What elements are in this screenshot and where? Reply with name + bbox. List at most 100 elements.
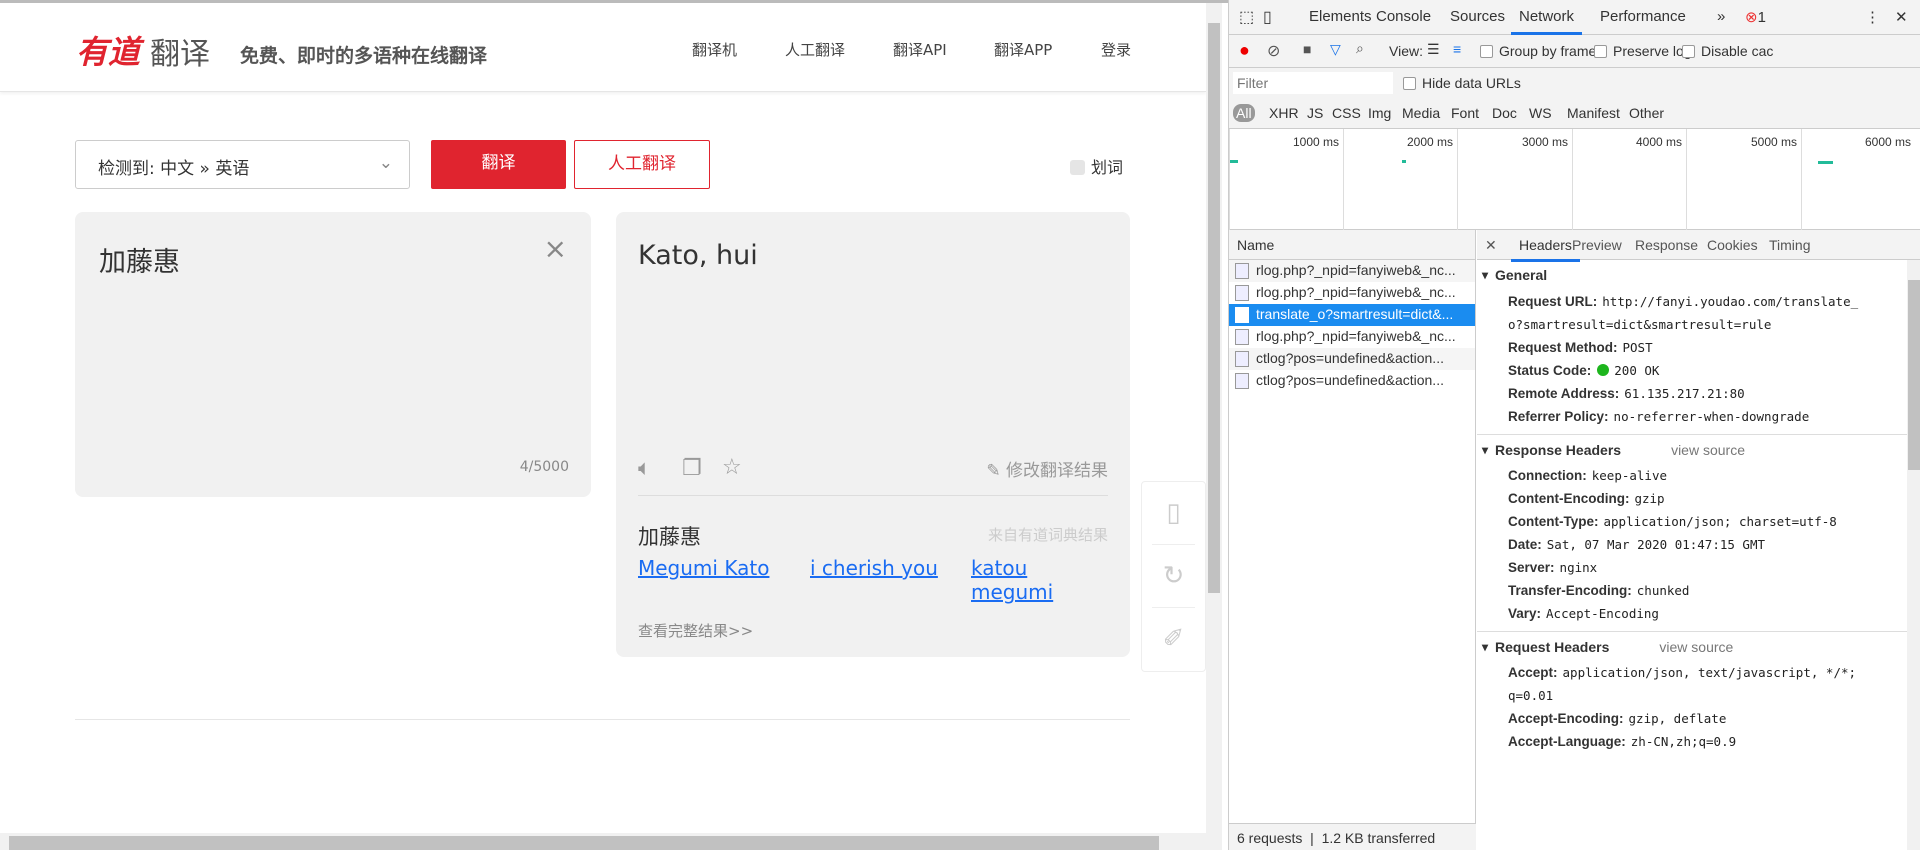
select-word-checkbox[interactable]	[1070, 160, 1085, 175]
tab-headers[interactable]: Headers	[1511, 237, 1580, 262]
type-filter-xhr[interactable]: XHR	[1269, 105, 1299, 121]
mobile-icon[interactable]: ▯	[1152, 482, 1195, 545]
tab-console[interactable]: Console	[1376, 8, 1431, 25]
timeline-tick: 6000 ms	[1864, 135, 1911, 149]
nav-translate-api[interactable]: 翻译API	[893, 39, 947, 60]
dict-link[interactable]: katou megumi	[971, 556, 1053, 604]
nav-translator-device[interactable]: 翻译机	[692, 39, 737, 60]
tab-elements[interactable]: Elements	[1309, 8, 1372, 25]
nav-translate-app[interactable]: 翻译APP	[994, 39, 1052, 60]
pencil-icon: ✎	[986, 461, 1006, 481]
header-row: Vary: Accept-Encoding	[1477, 602, 1907, 625]
header-row: Content-Type: application/json; charset=u…	[1477, 510, 1907, 533]
copy-icon[interactable]: ❐	[682, 456, 702, 481]
request-row[interactable]: ctlog?pos=undefined&action...	[1229, 348, 1475, 370]
tab-response[interactable]: Response	[1635, 237, 1698, 253]
horizontal-scrollbar-thumb[interactable]	[9, 836, 1159, 850]
header-row: Server: nginx	[1477, 556, 1907, 579]
type-filter-media[interactable]: Media	[1402, 105, 1440, 121]
feedback-icon[interactable]: ↻	[1152, 545, 1195, 608]
select-word-toggle[interactable]: 划词	[1070, 154, 1123, 178]
type-filter-other[interactable]: Other	[1629, 105, 1664, 121]
group-by-frame-checkbox[interactable]: Group by frame	[1480, 43, 1596, 59]
filter-input[interactable]	[1233, 72, 1393, 94]
tab-network[interactable]: Network	[1511, 8, 1583, 35]
close-detail-icon[interactable]: ✕	[1485, 237, 1497, 254]
language-select[interactable]: 检测到: 中文 » 英语 ⌄	[75, 140, 410, 189]
devtools-tabbar: ⬚ ▯ Elements Console Sources Network Per…	[1229, 0, 1920, 35]
record-icon[interactable]: ●	[1239, 40, 1250, 61]
clear-icon[interactable]: ⊘	[1267, 41, 1280, 61]
youdao-page: 有道 翻译 免费、即时的多语种在线翻译 翻译机 人工翻译 翻译API 翻译APP…	[0, 0, 1228, 850]
request-row[interactable]: rlog.php?_npid=fanyiweb&_nc...	[1229, 326, 1475, 348]
request-row-selected[interactable]: translate_o?smartresult=dict&...	[1229, 304, 1475, 326]
type-filter-doc[interactable]: Doc	[1492, 105, 1517, 121]
slogan: 免费、即时的多语种在线翻译	[240, 45, 488, 67]
tab-preview[interactable]: Preview	[1572, 237, 1622, 253]
name-column-header[interactable]: Name	[1229, 230, 1475, 260]
speaker-icon[interactable]: 🔈︎	[638, 456, 651, 481]
request-headers-toggle[interactable]: Request Headersview source	[1477, 631, 1907, 662]
disable-cache-checkbox[interactable]: Disable cac	[1682, 43, 1773, 59]
filter-icon[interactable]: ▽	[1330, 41, 1341, 58]
source-input-box[interactable]: 加藤惠 × 4/5000	[75, 212, 591, 497]
timeline-bar	[1230, 160, 1238, 163]
tab-cookies[interactable]: Cookies	[1707, 237, 1758, 253]
source-text[interactable]: 加藤惠	[99, 240, 180, 279]
request-row[interactable]: rlog.php?_npid=fanyiweb&_nc...	[1229, 260, 1475, 282]
hide-data-urls-checkbox[interactable]: Hide data URLs	[1403, 75, 1521, 91]
search-icon[interactable]: ⌕	[1356, 40, 1364, 57]
vertical-scrollbar-thumb[interactable]	[1208, 23, 1220, 593]
preserve-log-checkbox[interactable]: Preserve log	[1594, 43, 1692, 59]
chevron-down-icon: ⌄	[378, 153, 393, 173]
edit-translation-button[interactable]: ✎ 修改翻译结果	[986, 456, 1108, 481]
view-full-results-link[interactable]: 查看完整结果>>	[638, 620, 753, 641]
tab-sources[interactable]: Sources	[1450, 8, 1505, 25]
header-value: POST	[1622, 340, 1653, 355]
close-devtools-icon[interactable]: ✕	[1895, 8, 1908, 26]
logo-brand[interactable]: 有道	[76, 27, 140, 73]
tab-timing[interactable]: Timing	[1769, 237, 1811, 253]
more-options-icon[interactable]: ⋮	[1865, 8, 1880, 26]
header-row: Request Method: POST	[1477, 336, 1907, 359]
translate-button[interactable]: 翻译	[431, 140, 566, 189]
nav-human-translation[interactable]: 人工翻译	[785, 39, 845, 60]
type-filter-img[interactable]: Img	[1368, 105, 1391, 121]
view-source-link[interactable]: view source	[1659, 639, 1733, 655]
network-overview[interactable]: 1000 ms 2000 ms 3000 ms 4000 ms 5000 ms …	[1229, 129, 1920, 230]
header-key: Connection:	[1508, 468, 1587, 483]
inspect-icon[interactable]: ⬚	[1239, 7, 1254, 27]
nav-login[interactable]: 登录	[1101, 39, 1131, 60]
error-badge[interactable]: ⊗1	[1745, 8, 1766, 26]
star-icon[interactable]: ☆	[722, 455, 742, 480]
type-filter-css[interactable]: CSS	[1332, 105, 1361, 121]
header-key: Referrer Policy:	[1508, 409, 1609, 424]
type-filter-js[interactable]: JS	[1307, 105, 1323, 121]
screenshot-camera-icon[interactable]: ■	[1303, 41, 1311, 57]
clear-icon[interactable]: ×	[544, 232, 567, 265]
header-value: zh-CN,zh;q=0.9	[1630, 734, 1737, 749]
device-toggle-icon[interactable]: ▯	[1263, 7, 1272, 27]
more-tabs-icon[interactable]: »	[1717, 8, 1725, 25]
view-source-link[interactable]: view source	[1671, 442, 1745, 458]
human-translate-button[interactable]: 人工翻译	[574, 140, 710, 189]
timeline-tick: 3000 ms	[1521, 135, 1568, 149]
response-headers-toggle[interactable]: Response Headersview source	[1477, 434, 1907, 465]
timeline-bar	[1402, 160, 1406, 163]
type-filter-manifest[interactable]: Manifest	[1567, 105, 1620, 121]
tab-performance[interactable]: Performance	[1600, 8, 1686, 25]
request-row[interactable]: rlog.php?_npid=fanyiweb&_nc...	[1229, 282, 1475, 304]
request-row[interactable]: ctlog?pos=undefined&action...	[1229, 370, 1475, 392]
document-translate-icon[interactable]: ✐	[1152, 608, 1195, 671]
general-section-toggle[interactable]: General	[1477, 260, 1907, 290]
detail-scrollbar-thumb[interactable]	[1908, 280, 1920, 470]
type-filter-font[interactable]: Font	[1451, 105, 1479, 121]
waterfall-icon[interactable]: ≡	[1453, 41, 1461, 57]
header-row: Accept-Encoding: gzip, deflate	[1477, 707, 1907, 730]
type-filter-all[interactable]: All	[1233, 104, 1255, 122]
type-filter-ws[interactable]: WS	[1529, 105, 1552, 121]
dict-link[interactable]: i cherish you	[810, 556, 938, 580]
large-rows-icon[interactable]: ☰	[1427, 41, 1440, 58]
logo-product[interactable]: 翻译	[150, 29, 210, 73]
dict-link[interactable]: Megumi Kato	[638, 556, 769, 580]
